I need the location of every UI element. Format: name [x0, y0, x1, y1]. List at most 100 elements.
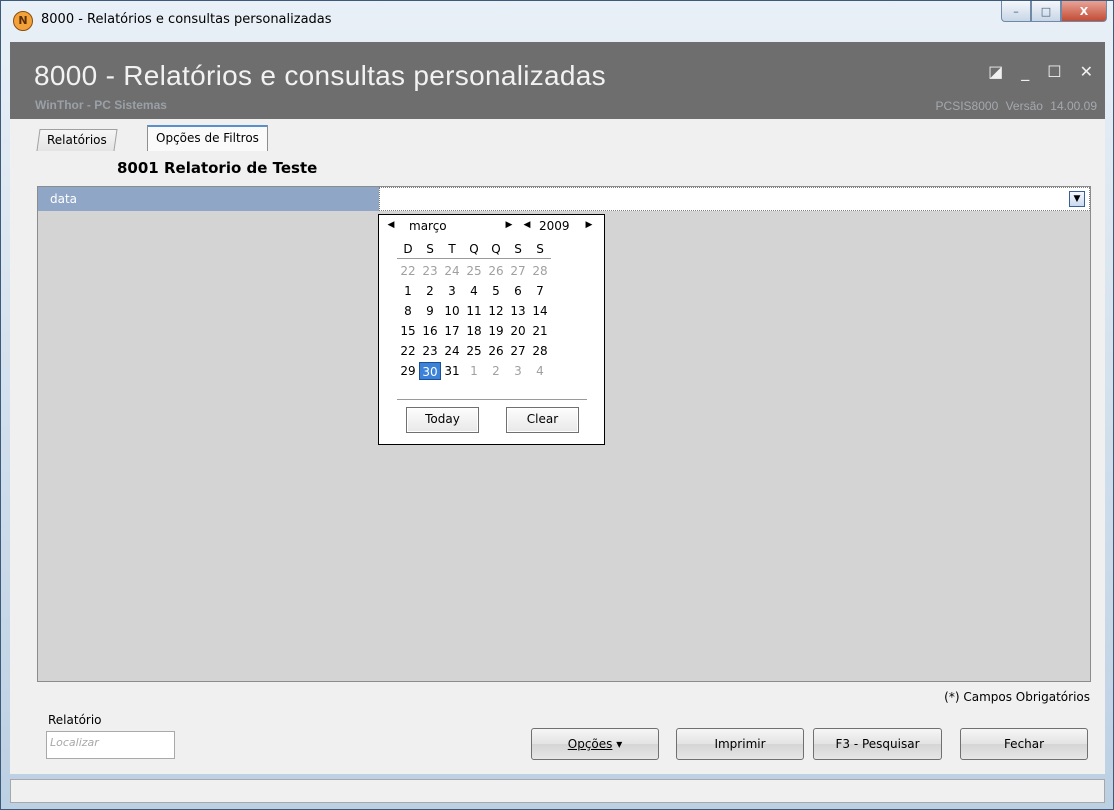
calendar-day[interactable]: 27 — [507, 259, 529, 282]
calendar-day[interactable]: 4 — [529, 361, 551, 381]
report-search-label: Relatório — [48, 713, 102, 727]
calendar-year: 2009 — [539, 219, 570, 233]
tab-relatorios[interactable]: Relatórios — [36, 129, 118, 151]
window-close-button[interactable]: X — [1061, 1, 1107, 22]
window-minimize-button[interactable]: – — [1001, 1, 1031, 22]
report-search-input[interactable]: Localizar — [46, 731, 175, 759]
tab-opcoes-de-filtros-label: Opções de Filtros — [156, 131, 259, 145]
restore-icon[interactable]: ◪ — [988, 62, 1003, 81]
calendar-day[interactable]: 20 — [507, 321, 529, 341]
next-month-icon[interactable]: ▶ — [503, 220, 515, 230]
calendar-day[interactable]: 24 — [441, 341, 463, 361]
calendar-day[interactable]: 28 — [529, 341, 551, 361]
pesquisar-label: Pesquisar — [861, 737, 920, 751]
calendar-day[interactable]: 22 — [397, 259, 419, 282]
calendar-grid: D S T Q Q S S 22 23 24 25 26 27 28 1 2 3… — [397, 239, 551, 381]
calendar-day[interactable]: 11 — [463, 301, 485, 321]
close-icon: X — [1079, 4, 1089, 18]
calendar-day[interactable]: 2 — [419, 281, 441, 301]
weekday-label: T — [441, 239, 463, 259]
weekday-label: Q — [463, 239, 485, 259]
today-button[interactable]: Today — [406, 407, 479, 433]
calendar-day[interactable]: 15 — [397, 321, 419, 341]
calendar-day[interactable]: 22 — [397, 341, 419, 361]
calendar-day[interactable]: 14 — [529, 301, 551, 321]
calendar-day[interactable]: 10 — [441, 301, 463, 321]
calendar-day[interactable]: 31 — [441, 361, 463, 381]
calendar-day[interactable]: 26 — [485, 259, 507, 282]
minimize-icon: – — [1013, 4, 1019, 18]
calendar-header: ◀ março ▶ ◀ 2009 ▶ — [379, 217, 604, 237]
filter-row-data: data ▼ — [38, 187, 1090, 211]
calendar-day[interactable]: 12 — [485, 301, 507, 321]
calendar-day[interactable]: 28 — [529, 259, 551, 282]
app-header: 8000 - Relatórios e consultas personaliz… — [10, 42, 1105, 119]
calendar-day[interactable]: 13 — [507, 301, 529, 321]
clear-button[interactable]: Clear — [506, 407, 579, 433]
window-controls: – □ X — [1001, 1, 1107, 23]
calendar-day[interactable]: 23 — [419, 259, 441, 282]
tab-relatorios-label: Relatórios — [47, 133, 107, 147]
calendar-day[interactable]: 1 — [397, 281, 419, 301]
calendar-day[interactable]: 24 — [441, 259, 463, 282]
caret-down-icon: ▾ — [616, 737, 623, 751]
calendar-day[interactable]: 21 — [529, 321, 551, 341]
window-maximize-button[interactable]: □ — [1031, 1, 1061, 22]
date-picker-popup: ◀ março ▶ ◀ 2009 ▶ D S T Q Q S S 22 23 2… — [378, 214, 605, 445]
header-maximize-icon[interactable]: ☐ — [1047, 62, 1061, 81]
calendar-day[interactable]: 25 — [463, 341, 485, 361]
calendar-day[interactable]: 26 — [485, 341, 507, 361]
weekday-label: S — [419, 239, 441, 259]
calendar-day[interactable]: 3 — [441, 281, 463, 301]
calendar-week: 15 16 17 18 19 20 21 — [397, 321, 551, 341]
status-bar — [10, 779, 1105, 803]
calendar-day[interactable]: 29 — [397, 361, 419, 381]
tab-opcoes-de-filtros[interactable]: Opções de Filtros — [147, 125, 268, 151]
calendar-day[interactable]: 18 — [463, 321, 485, 341]
window-titlebar: N 8000 - Relatórios e consultas personal… — [1, 1, 1113, 41]
required-fields-note: (*) Campos Obrigatórios — [944, 690, 1090, 704]
prev-year-icon[interactable]: ◀ — [521, 220, 533, 230]
calendar-month: março — [409, 219, 447, 233]
report-title: 8001 Relatorio de Teste — [117, 159, 318, 177]
fechar-label: Fechar — [1003, 737, 1045, 751]
calendar-day[interactable]: 16 — [419, 321, 441, 341]
weekday-label: D — [397, 239, 419, 259]
opcoes-label: Opções — [567, 737, 613, 751]
pesquisar-button[interactable]: F3 - Pesquisar — [813, 728, 942, 760]
weekday-label: S — [529, 239, 551, 259]
calendar-day[interactable]: 19 — [485, 321, 507, 341]
calendar-week: 22 23 24 25 26 27 28 — [397, 341, 551, 361]
calendar-day[interactable]: 9 — [419, 301, 441, 321]
prev-month-icon[interactable]: ◀ — [385, 220, 397, 230]
calendar-day[interactable]: 3 — [507, 361, 529, 381]
next-year-icon[interactable]: ▶ — [583, 220, 595, 230]
calendar-day[interactable]: 4 — [463, 281, 485, 301]
app-subtitle: WinThor - PC Sistemas — [35, 98, 167, 112]
calendar-day[interactable]: 8 — [397, 301, 419, 321]
imprimir-label: Imprimir — [714, 737, 766, 751]
calendar-day[interactable]: 2 — [485, 361, 507, 381]
calendar-day[interactable]: 17 — [441, 321, 463, 341]
calendar-day[interactable]: 5 — [485, 281, 507, 301]
header-controls: ◪ _ ☐ ✕ — [988, 62, 1093, 81]
header-close-icon[interactable]: ✕ — [1080, 62, 1093, 81]
calendar-week: 1 2 3 4 5 6 7 — [397, 281, 551, 301]
calendar-day[interactable]: 27 — [507, 341, 529, 361]
chevron-down-icon: ▼ — [1073, 194, 1081, 204]
dropdown-arrow-button[interactable]: ▼ — [1069, 191, 1085, 207]
calendar-day[interactable]: 1 — [463, 361, 485, 381]
weekday-label: Q — [485, 239, 507, 259]
date-field[interactable]: ▼ — [379, 187, 1090, 211]
header-minimize-icon[interactable]: _ — [1021, 62, 1029, 81]
fechar-button[interactable]: Fechar — [960, 728, 1088, 760]
calendar-day[interactable]: 25 — [463, 259, 485, 282]
calendar-day[interactable]: 23 — [419, 341, 441, 361]
weekday-header-row: D S T Q Q S S — [397, 239, 551, 259]
opcoes-button[interactable]: Opções ▾ — [531, 728, 659, 760]
calendar-day[interactable]: 6 — [507, 281, 529, 301]
maximize-icon: □ — [1040, 4, 1052, 18]
calendar-day-selected[interactable]: 30 — [419, 361, 441, 381]
calendar-day[interactable]: 7 — [529, 281, 551, 301]
imprimir-button[interactable]: Imprimir — [676, 728, 804, 760]
